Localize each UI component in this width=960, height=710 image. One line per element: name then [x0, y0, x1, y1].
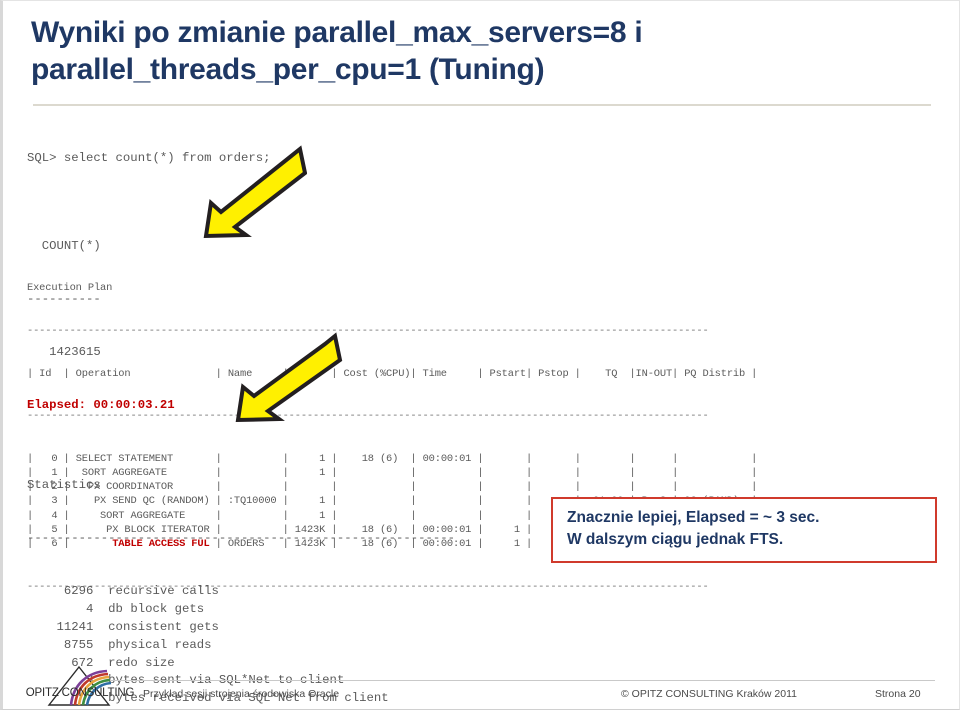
statistics-heading: Statistics: [27, 477, 101, 492]
statistics-row-label: recursive calls: [93, 584, 219, 599]
title-divider: [33, 104, 931, 106]
footer-subtitle: Przykład sesji strojenia środowiska Orac…: [143, 688, 340, 700]
callout-line-2: W dalszym ciągu jednak FTS.: [567, 531, 784, 548]
statistics-row-label: db block gets: [93, 602, 205, 617]
statistics-row-label: physical reads: [93, 637, 212, 652]
footer: Przykład sesji strojenia środowiska Orac…: [3, 682, 959, 709]
footer-divider: [107, 680, 935, 681]
execution-plan-rule-mid: ----------------------------------------…: [27, 410, 709, 423]
statistics-row-value: 4: [27, 602, 94, 617]
statistics-row: 8755 physical reads: [27, 637, 957, 655]
sql-prompt-line: SQL> select count(*) from orders;: [27, 151, 271, 166]
statistics-row: 4 db block gets: [27, 601, 957, 619]
execution-plan-header-row: | Id | Operation | Name | Rows | Cost (%…: [27, 367, 758, 380]
statistics-block: Statistics -----------------------------…: [27, 441, 957, 709]
page-title-line-2: parallel_threads_per_cpu=1 (Tuning): [31, 52, 545, 86]
statistics-row: 11241 consistent gets: [27, 619, 957, 637]
callout-box: Znacznie lepiej, Elapsed = ~ 3 sec. W da…: [551, 497, 937, 563]
statistics-row-value: 6296: [27, 584, 94, 599]
footer-copyright: © OPITZ CONSULTING Kraków 2011: [621, 688, 797, 700]
statistics-row: 672 redo size: [27, 655, 957, 673]
page-title: Wyniki po zmianie parallel_max_servers=8…: [31, 15, 931, 88]
statistics-row-label: consistent gets: [93, 619, 219, 634]
page-title-line-1: Wyniki po zmianie parallel_max_servers=8…: [31, 16, 643, 49]
execution-plan-heading: Execution Plan: [27, 282, 113, 295]
statistics-row: 6296 recursive calls: [27, 583, 957, 601]
slide-root: Wyniki po zmianie parallel_max_servers=8…: [0, 0, 960, 710]
callout-line-1: Znacznie lepiej, Elapsed = ~ 3 sec.: [567, 509, 820, 526]
execution-plan-rule-top: ----------------------------------------…: [27, 325, 709, 338]
footer-page-number: Strona 20: [875, 688, 921, 700]
statistics-row-value: 11241: [27, 619, 94, 634]
statistics-row-value: 8755: [27, 637, 94, 652]
